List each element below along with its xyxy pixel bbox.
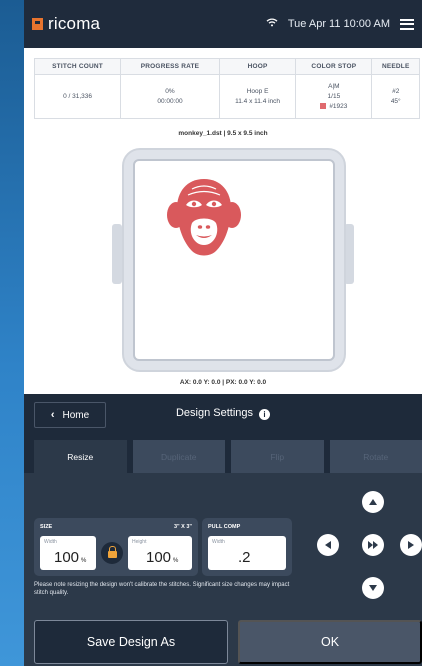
color-stop-cell: A|M 1/15 #1923	[295, 74, 373, 119]
pull-comp-group: PULL COMP Width .2	[202, 518, 292, 576]
machine-stats-table: STITCH COUNT PROGRESS RATE HOOP COLOR ST…	[33, 58, 420, 119]
width-unit: %	[81, 558, 87, 564]
tab-flip[interactable]: Flip	[231, 440, 324, 473]
datetime: Tue Apr 11 10:00 AM	[287, 18, 390, 30]
size-group: SIZE 3" X 3" Width 100% Height 100%	[34, 518, 198, 576]
stitch-count-cell: 0 / 31,336	[33, 74, 122, 119]
hoop-cell: Hoop E 11.4 x 11.4 inch	[218, 74, 297, 119]
coordinates-readout: AX: 0.0 Y: 0.0 | PX: 0.0 Y: 0.0	[179, 379, 267, 386]
size-label: SIZE	[40, 524, 53, 530]
move-up-button[interactable]	[362, 491, 384, 513]
wifi-icon	[266, 18, 278, 30]
lock-aspect-button[interactable]	[101, 542, 123, 564]
embroidery-canvas[interactable]	[133, 159, 335, 361]
menu-icon[interactable]	[400, 18, 414, 30]
column-header: NEEDLE	[371, 58, 420, 75]
ricoma-logo-icon	[32, 18, 43, 30]
pull-comp-label: PULL COMP	[208, 524, 241, 530]
pull-comp-field[interactable]: Width .2	[208, 536, 286, 570]
table-row: 0 / 31,336 0% 00:00:00 Hoop E 11.4 x 11.…	[33, 74, 420, 119]
height-field[interactable]: Height 100%	[128, 536, 192, 570]
width-field-label: Width	[44, 539, 57, 545]
progress-cell: 0% 00:00:00	[120, 74, 220, 119]
hoop-name: Hoop E	[246, 87, 269, 95]
move-down-button[interactable]	[362, 577, 384, 599]
tab-duplicate[interactable]: Duplicate	[132, 440, 225, 473]
info-icon[interactable]: i	[259, 409, 271, 420]
arrow-right-icon	[408, 541, 414, 549]
tab-rotate[interactable]: Rotate	[329, 440, 422, 473]
move-right-button[interactable]	[400, 534, 422, 556]
page-title-text: Design Settings	[175, 407, 254, 419]
brand-name: ricoma	[48, 14, 101, 33]
brand-logo: ricoma	[32, 14, 100, 34]
pull-comp-field-label: Width	[212, 539, 225, 545]
column-header: COLOR STOP	[295, 58, 373, 75]
lock-icon	[107, 546, 117, 558]
save-design-as-button[interactable]: Save Design As	[34, 620, 228, 664]
stitch-count: 0 / 31,336	[63, 92, 92, 100]
width-field[interactable]: Width 100%	[40, 536, 96, 570]
progress-percent: 0%	[165, 87, 175, 95]
arrow-up-icon	[369, 499, 377, 505]
tab-resize[interactable]: Resize	[34, 440, 127, 473]
column-header: STITCH COUNT	[33, 58, 122, 75]
monkey-design-icon[interactable]	[166, 175, 242, 259]
ok-button[interactable]: OK	[238, 620, 422, 664]
move-left-button[interactable]	[317, 534, 339, 556]
color-stop-mode: A|M	[328, 82, 340, 90]
width-value: 100	[54, 549, 80, 566]
needle-cell: #2 45°	[371, 74, 420, 119]
needle-number: #2	[392, 87, 400, 95]
top-bar: ricoma Tue Apr 11 10:00 AM	[24, 0, 422, 48]
height-field-label: Height	[132, 539, 147, 545]
design-preview-area: STITCH COUNT PROGRESS RATE HOOP COLOR ST…	[24, 48, 422, 394]
color-swatch	[320, 102, 327, 109]
hoop-frame	[122, 148, 346, 372]
hoop-size: 11.4 x 11.4 inch	[235, 97, 281, 105]
resize-note: Please note resizing the design won't ca…	[34, 582, 290, 596]
file-info: monkey_1.dst | 9.5 x 9.5 inch	[178, 130, 268, 137]
device-screen: ricoma Tue Apr 11 10:00 AM STITCH COUNT …	[24, 0, 422, 666]
page-title: Design Settings i	[24, 407, 422, 420]
size-dimension: 3" X 3"	[173, 524, 192, 530]
nav-bar: ‹ Home Design Settings i	[24, 394, 422, 436]
height-unit: %	[173, 558, 179, 564]
pull-comp-value: .2	[238, 549, 251, 566]
color-code: #1923	[329, 102, 348, 110]
arrow-left-icon	[325, 541, 331, 549]
settings-tabs: Resize Duplicate Flip Rotate	[34, 440, 422, 473]
center-button[interactable]	[362, 534, 384, 556]
column-header: PROGRESS RATE	[120, 58, 220, 75]
needle-angle: 45°	[390, 97, 401, 105]
fast-forward-icon	[368, 541, 378, 549]
action-bar: Save Design As OK	[24, 618, 422, 666]
hoop-clamp-left	[112, 224, 122, 284]
progress-time: 00:00:00	[157, 97, 183, 105]
arrow-down-icon	[369, 585, 377, 591]
color-stop-count: 1/15	[327, 92, 341, 100]
height-value: 100	[146, 549, 172, 566]
column-header: HOOP	[218, 58, 297, 75]
